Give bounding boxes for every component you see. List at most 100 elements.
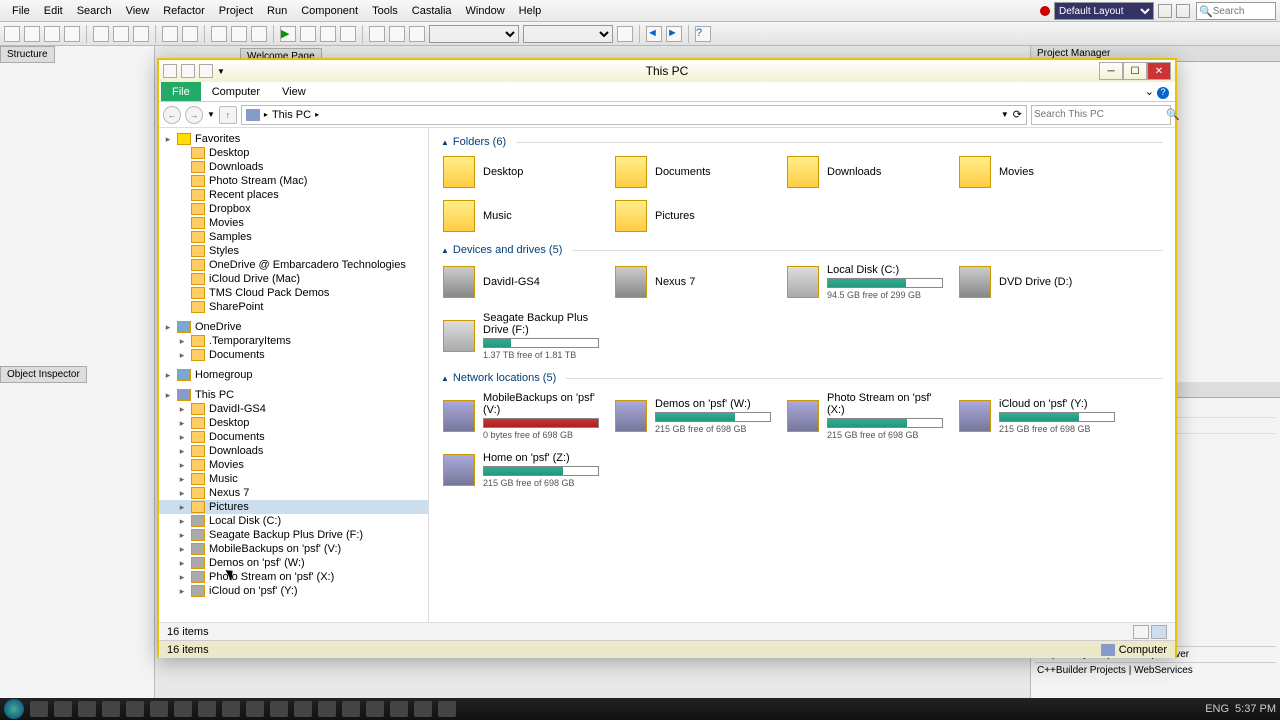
- collapse-icon[interactable]: ▲: [441, 246, 449, 255]
- nav-item-photo-stream-on-psf-x-[interactable]: ▸Photo Stream on 'psf' (X:): [159, 570, 428, 584]
- expand-icon[interactable]: ▸: [177, 460, 187, 471]
- refresh-icon[interactable]: ⟳: [1013, 108, 1022, 121]
- run-icon[interactable]: ▶: [280, 26, 296, 42]
- nav-item-sharepoint[interactable]: SharePoint: [159, 300, 428, 314]
- device-tile[interactable]: Local Disk (C:)94.5 GB free of 299 GB: [785, 262, 945, 302]
- taskbar-app-17[interactable]: [414, 701, 432, 717]
- nav-item-dropbox[interactable]: Dropbox: [159, 202, 428, 216]
- nav-item-nexus-7[interactable]: ▸Nexus 7: [159, 486, 428, 500]
- step3-icon[interactable]: [409, 26, 425, 42]
- tab-file[interactable]: File: [161, 82, 201, 101]
- taskbar-app-4[interactable]: [102, 701, 120, 717]
- expand-icon[interactable]: ▸: [177, 572, 187, 583]
- taskbar-app-14[interactable]: [342, 701, 360, 717]
- tb-other-icon[interactable]: [617, 26, 633, 42]
- expand-icon[interactable]: ▸: [177, 586, 187, 597]
- taskbar-app-16[interactable]: [390, 701, 408, 717]
- network-tile[interactable]: MobileBackups on 'psf' (V:)0 bytes free …: [441, 390, 601, 442]
- nav-item-documents[interactable]: ▸Documents: [159, 430, 428, 444]
- cut-icon[interactable]: [93, 26, 109, 42]
- taskbar-app-8[interactable]: [198, 701, 216, 717]
- nav-item--temporaryitems[interactable]: ▸.TemporaryItems: [159, 334, 428, 348]
- step2-icon[interactable]: [389, 26, 405, 42]
- expand-icon[interactable]: ▸: [177, 418, 187, 429]
- taskbar-app-3[interactable]: [78, 701, 96, 717]
- nav-item-tms-cloud-pack-demos[interactable]: TMS Cloud Pack Demos: [159, 286, 428, 300]
- paste-icon[interactable]: [133, 26, 149, 42]
- nav-history-icon[interactable]: ▼: [207, 110, 215, 119]
- folder-tile-movies[interactable]: Movies: [957, 154, 1117, 190]
- nav-item-photo-stream-mac-[interactable]: Photo Stream (Mac): [159, 174, 428, 188]
- expand-icon[interactable]: ▸: [177, 516, 187, 527]
- network-tile[interactable]: Home on 'psf' (Z:)215 GB free of 698 GB: [441, 450, 601, 490]
- taskbar-app-2[interactable]: [54, 701, 72, 717]
- qat-properties-icon[interactable]: [181, 64, 195, 78]
- menu-search[interactable]: Search: [71, 3, 118, 19]
- nav-item-styles[interactable]: Styles: [159, 244, 428, 258]
- nav-item-davidi-gs4[interactable]: ▸DavidI-GS4: [159, 402, 428, 416]
- section-header[interactable]: ▲Folders (6): [441, 136, 1163, 148]
- nav-up-button[interactable]: ↑: [219, 106, 237, 124]
- nav-item-music[interactable]: ▸Music: [159, 472, 428, 486]
- device-tile[interactable]: Seagate Backup Plus Drive (F:)1.37 TB fr…: [441, 310, 601, 362]
- menu-file[interactable]: File: [6, 3, 36, 19]
- taskbar-app-18[interactable]: [438, 701, 456, 717]
- nav-item-desktop[interactable]: ▸Desktop: [159, 416, 428, 430]
- nav-item-movies[interactable]: Movies: [159, 216, 428, 230]
- expand-icon[interactable]: ▸: [177, 336, 187, 347]
- pause-icon[interactable]: [320, 26, 336, 42]
- run-dropdown-icon[interactable]: [300, 26, 316, 42]
- nav-back-button[interactable]: ←: [163, 106, 181, 124]
- qat-dropdown-icon[interactable]: ▼: [217, 67, 225, 76]
- tab-view[interactable]: View: [271, 82, 317, 101]
- tray-time[interactable]: 5:37 PM: [1235, 703, 1276, 715]
- layout-btn2-icon[interactable]: [1176, 4, 1190, 18]
- expand-icon[interactable]: ▸: [177, 530, 187, 541]
- search-input[interactable]: [1034, 109, 1166, 120]
- ribbon-expand-icon[interactable]: ⌄ ?: [1139, 83, 1175, 101]
- collapse-icon[interactable]: ▲: [441, 138, 449, 147]
- qat-newfolder-icon[interactable]: [199, 64, 213, 78]
- close-button[interactable]: ✕: [1147, 62, 1171, 80]
- view3-icon[interactable]: [251, 26, 267, 42]
- taskbar-app-5[interactable]: [126, 701, 144, 717]
- menu-run[interactable]: Run: [261, 3, 293, 19]
- nav-item-homegroup[interactable]: ▸Homegroup: [159, 368, 428, 382]
- undo-icon[interactable]: [162, 26, 178, 42]
- menu-component[interactable]: Component: [295, 3, 364, 19]
- structure-tab[interactable]: Structure: [0, 46, 55, 63]
- folder-tile-desktop[interactable]: Desktop: [441, 154, 601, 190]
- menu-help[interactable]: Help: [513, 3, 548, 19]
- view2-icon[interactable]: [231, 26, 247, 42]
- view-tiles-icon[interactable]: [1151, 625, 1167, 639]
- device-tile[interactable]: Nexus 7: [613, 262, 773, 302]
- folder-tile-documents[interactable]: Documents: [613, 154, 773, 190]
- nav-item-icloud-drive-mac-[interactable]: iCloud Drive (Mac): [159, 272, 428, 286]
- device-tile[interactable]: DVD Drive (D:): [957, 262, 1117, 302]
- nav-item-downloads[interactable]: Downloads: [159, 160, 428, 174]
- ide-search-box[interactable]: 🔍: [1196, 2, 1276, 20]
- tray-lang[interactable]: ENG: [1205, 703, 1229, 715]
- nav-back-icon[interactable]: ◄: [646, 26, 662, 42]
- new-icon[interactable]: [4, 26, 20, 42]
- search-box[interactable]: 🔍: [1031, 105, 1171, 125]
- nav-item-onedrive[interactable]: ▸OneDrive: [159, 320, 428, 334]
- expand-icon[interactable]: ▸: [163, 390, 173, 401]
- nav-fwd-icon[interactable]: ►: [666, 26, 682, 42]
- object-inspector-tab[interactable]: Object Inspector: [0, 366, 87, 383]
- nav-item-icloud-on-psf-y-[interactable]: ▸iCloud on 'psf' (Y:): [159, 584, 428, 598]
- expand-icon[interactable]: ▸: [177, 544, 187, 555]
- nav-item-movies[interactable]: ▸Movies: [159, 458, 428, 472]
- layout-btn-icon[interactable]: [1158, 4, 1172, 18]
- taskbar-app-7[interactable]: [174, 701, 192, 717]
- taskbar-app-1[interactable]: [30, 701, 48, 717]
- expand-icon[interactable]: ▸: [163, 322, 173, 333]
- step1-icon[interactable]: [369, 26, 385, 42]
- taskbar-app-13[interactable]: [318, 701, 336, 717]
- saveall-icon[interactable]: [64, 26, 80, 42]
- network-tile[interactable]: Photo Stream on 'psf' (X:)215 GB free of…: [785, 390, 945, 442]
- expand-icon[interactable]: ▸: [177, 446, 187, 457]
- copy-icon[interactable]: [113, 26, 129, 42]
- minimize-button[interactable]: ─: [1099, 62, 1123, 80]
- help-icon[interactable]: ?: [695, 26, 711, 42]
